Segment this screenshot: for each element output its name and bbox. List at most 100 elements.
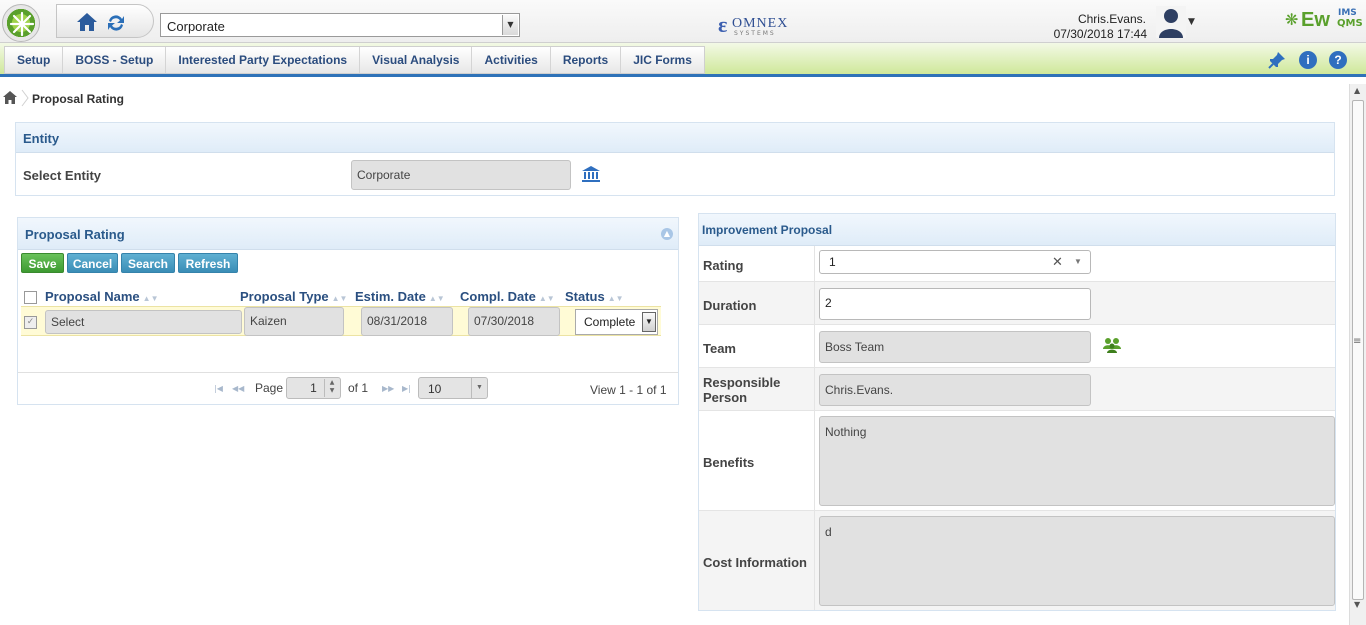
main-nav-menu: Setup BOSS - Setup Interested Party Expe…: [4, 46, 705, 74]
team-row: Team Boss Team: [699, 325, 1335, 368]
cost-information-textarea[interactable]: d: [819, 516, 1335, 606]
entity-select[interactable]: Corporate ▼: [160, 13, 520, 37]
nav-item-jic-forms[interactable]: JIC Forms: [621, 47, 704, 73]
sunburst-logo-icon: [9, 11, 35, 37]
entity-panel: Entity Select Entity Corporate: [15, 122, 1335, 196]
rows-per-page-select[interactable]: 10 ▼: [418, 377, 488, 399]
info-icon[interactable]: i: [1299, 51, 1317, 69]
proposal-type-field: Kaizen: [244, 307, 344, 336]
pin-icon[interactable]: [1268, 51, 1286, 69]
rows-per-page-value: 10: [428, 382, 442, 396]
proposal-rating-panel: Proposal Rating ▲ Save Cancel Search Ref…: [17, 217, 679, 405]
duration-row: Duration 2: [699, 282, 1335, 325]
save-button[interactable]: Save: [21, 253, 64, 273]
nav-item-visual-analysis[interactable]: Visual Analysis: [360, 47, 473, 73]
scroll-down-icon[interactable]: ▼: [1354, 600, 1360, 609]
column-proposal-type[interactable]: Proposal Type ▲▼: [240, 289, 347, 304]
page-of-label: of 1: [348, 381, 369, 395]
benefits-label-cell: Benefits: [699, 411, 815, 510]
entity-select-value: Corporate: [167, 19, 225, 34]
column-compl-date-label: Compl. Date: [460, 289, 536, 304]
chevron-down-icon[interactable]: ▼: [502, 15, 518, 35]
help-icon[interactable]: ?: [1329, 51, 1347, 69]
search-button[interactable]: Search: [121, 253, 175, 273]
team-label-cell: Team: [699, 325, 815, 367]
select-entity-label: Select Entity: [23, 168, 102, 183]
improvement-proposal-title: Improvement Proposal: [702, 223, 833, 237]
nav-item-boss-setup[interactable]: BOSS - Setup: [63, 47, 167, 73]
responsible-person-row: Responsible Person Chris.Evans.: [699, 368, 1335, 411]
refresh-icon[interactable]: [106, 13, 126, 33]
benefits-textarea[interactable]: Nothing: [819, 416, 1335, 506]
nav-item-setup[interactable]: Setup: [5, 47, 64, 73]
page-scrollbar[interactable]: ▲ ≡ ▼: [1349, 84, 1366, 625]
scrollbar-thumb[interactable]: [1352, 100, 1364, 600]
entity-building-icon[interactable]: [582, 166, 600, 182]
app-logo[interactable]: [2, 4, 40, 42]
improvement-proposal-header: Improvement Proposal: [699, 214, 1335, 246]
user-avatar-icon[interactable]: [1156, 6, 1186, 38]
next-page-icon[interactable]: ▶▶: [382, 384, 394, 393]
chevron-down-icon[interactable]: ▼: [1074, 251, 1082, 273]
row-checkbox[interactable]: ✓: [24, 316, 37, 329]
team-group-icon[interactable]: [1103, 337, 1121, 353]
nav-item-reports[interactable]: Reports: [551, 47, 622, 73]
omnex-logo: ε OMNEX SYSTEMS: [718, 12, 794, 37]
select-entity-field[interactable]: Corporate: [351, 160, 571, 190]
nav-item-interested-party-expectations[interactable]: Interested Party Expectations: [166, 47, 361, 73]
compl-date-field: 07/30/2018: [468, 307, 560, 336]
last-page-icon[interactable]: ▶|: [402, 384, 411, 393]
column-proposal-type-label: Proposal Type: [240, 289, 329, 304]
first-page-icon[interactable]: |◀: [214, 384, 223, 393]
proposal-name-field[interactable]: Select: [45, 310, 242, 334]
table-row[interactable]: ✓ Select Kaizen 08/31/2018 07/30/2018 Co…: [21, 306, 661, 336]
cancel-button[interactable]: Cancel: [67, 253, 118, 273]
brand-ew-text: Ew: [1301, 9, 1330, 31]
column-status-label: Status: [565, 289, 605, 304]
responsible-person-label-line1: Responsible: [703, 375, 781, 390]
page-stepper-icon[interactable]: ▲ ▼: [324, 379, 339, 397]
column-proposal-name[interactable]: Proposal Name ▲▼: [45, 289, 159, 304]
home-icon[interactable]: [76, 12, 98, 32]
responsible-person-field: Chris.Evans.: [819, 374, 1091, 406]
refresh-button[interactable]: Refresh: [178, 253, 238, 273]
user-menu-caret-icon[interactable]: ▼: [1188, 17, 1195, 27]
prev-page-icon[interactable]: ◀◀: [232, 384, 244, 393]
benefits-label: Benefits: [703, 455, 755, 470]
column-proposal-name-label: Proposal Name: [45, 289, 140, 304]
omnex-logo-sub: SYSTEMS: [734, 30, 776, 37]
column-status[interactable]: Status ▲▼: [565, 289, 624, 304]
top-header: Corporate ▼ ε OMNEX SYSTEMS Chris.Evans.…: [0, 0, 1366, 43]
rating-label: Rating: [703, 258, 744, 273]
brand-star-icon: ❋: [1285, 10, 1299, 29]
chevron-down-icon[interactable]: ▼: [471, 378, 487, 398]
breadcrumb-separator-icon: [21, 89, 29, 107]
sort-icon: ▲▼: [607, 294, 624, 303]
scroll-up-icon[interactable]: ▲: [1354, 86, 1360, 95]
team-label: Team: [703, 341, 736, 356]
clear-icon[interactable]: ✕: [1052, 251, 1063, 273]
grid-pager: |◀ ◀◀ Page 1 ▲ ▼ of 1 ▶▶ ▶| 10 ▼ View 1 -…: [18, 372, 678, 404]
duration-label: Duration: [703, 298, 757, 313]
rating-select[interactable]: 1 ✕ ▼: [819, 250, 1091, 274]
column-compl-date[interactable]: Compl. Date ▲▼: [460, 289, 555, 304]
brand-qms-text: QMS: [1337, 18, 1363, 29]
view-records-text: View 1 - 1 of 1: [590, 383, 667, 397]
duration-label-cell: Duration: [699, 282, 815, 324]
nav-item-activities[interactable]: Activities: [472, 47, 551, 73]
collapse-icon[interactable]: ▲: [661, 228, 673, 240]
omnex-logo-mark: ε: [718, 12, 728, 37]
cost-information-label-cell: Cost Information: [699, 511, 815, 610]
status-select[interactable]: Complete ▼: [575, 309, 658, 335]
duration-input[interactable]: 2: [819, 288, 1091, 320]
quick-actions-pill: [56, 4, 154, 38]
select-all-checkbox[interactable]: [24, 291, 37, 304]
team-field: Boss Team: [819, 331, 1091, 363]
sort-icon: ▲▼: [142, 294, 159, 303]
brand-ims-text: IMS: [1338, 8, 1357, 18]
column-estim-date[interactable]: Estim. Date ▲▼: [355, 289, 445, 304]
responsible-person-label-line2: Person: [703, 390, 748, 405]
chevron-down-icon[interactable]: ▼: [642, 312, 656, 332]
scrollbar-grip-icon: ≡: [1353, 336, 1362, 347]
breadcrumb-home-icon[interactable]: [3, 91, 17, 104]
